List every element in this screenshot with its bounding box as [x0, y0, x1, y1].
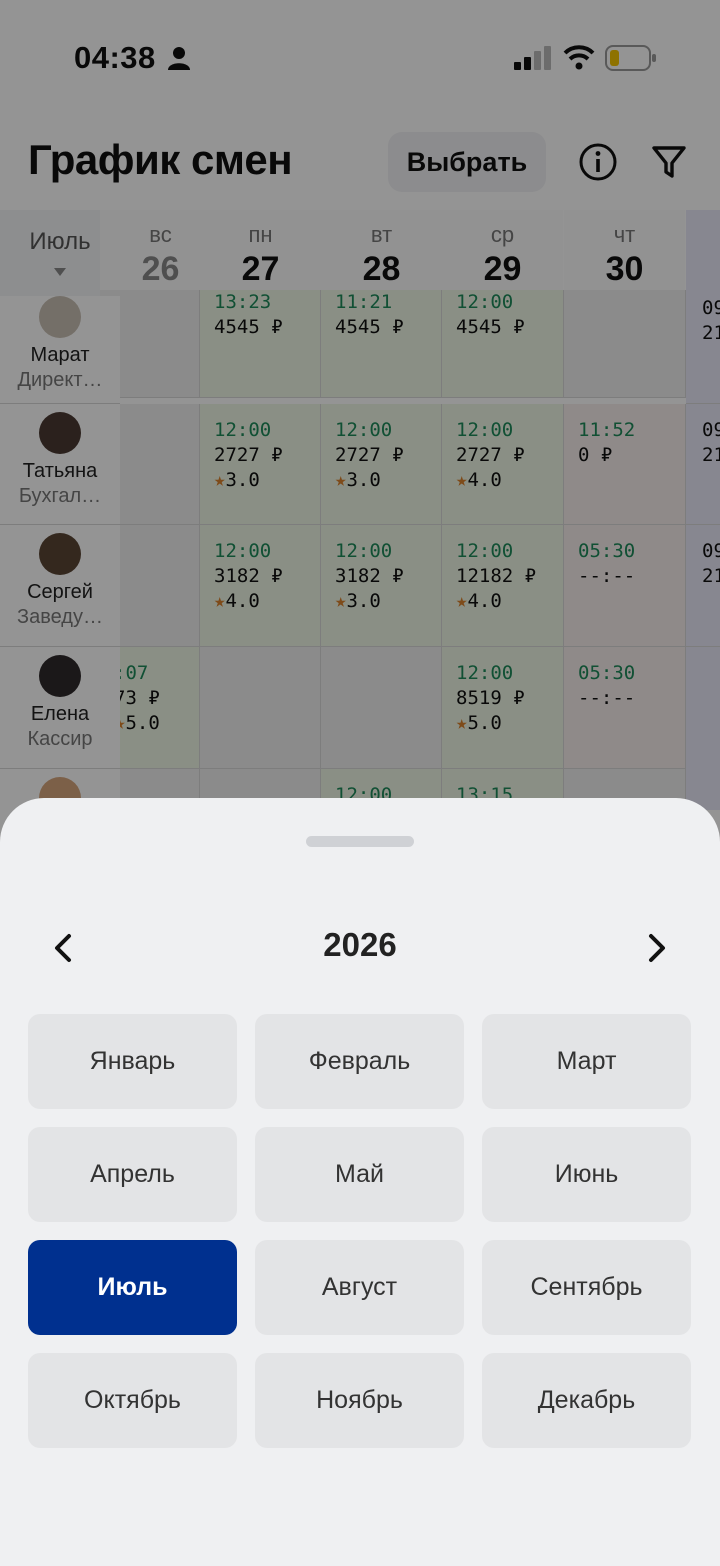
chevron-left-icon[interactable]: [46, 928, 82, 968]
month-button[interactable]: Июль: [28, 1240, 237, 1335]
month-button[interactable]: Май: [255, 1127, 464, 1222]
month-picker-sheet: 2026 Январь Февраль Март Апрель Май Июнь Июль А…: [0, 798, 720, 1566]
month-button[interactable]: Август: [255, 1240, 464, 1335]
month-button[interactable]: Октябрь: [28, 1353, 237, 1448]
month-button[interactable]: Январь: [28, 1014, 237, 1109]
year-label: 2026: [323, 926, 397, 963]
month-button[interactable]: Июнь: [482, 1127, 691, 1222]
month-button[interactable]: Сентябрь: [482, 1240, 691, 1335]
month-button[interactable]: Ноябрь: [255, 1353, 464, 1448]
month-button[interactable]: Декабрь: [482, 1353, 691, 1448]
chevron-right-icon[interactable]: [638, 928, 674, 968]
month-button[interactable]: Апрель: [28, 1127, 237, 1222]
month-button[interactable]: Март: [482, 1014, 691, 1109]
month-grid: Январь Февраль Март Апрель Май Июнь Июль Август…: [28, 1014, 692, 1448]
sheet-handle[interactable]: [306, 836, 414, 847]
month-button[interactable]: Февраль: [255, 1014, 464, 1109]
